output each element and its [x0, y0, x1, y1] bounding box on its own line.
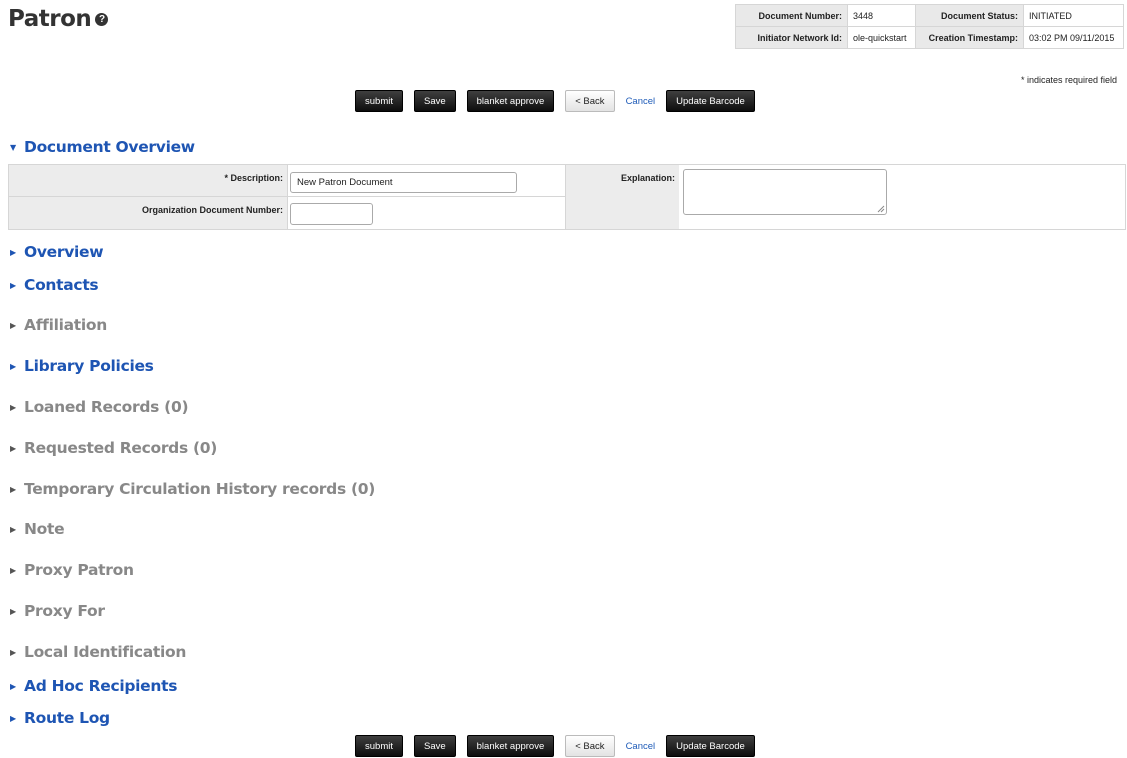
triangle-right-icon: ▶	[10, 681, 16, 691]
section-loaned-records-label: Loaned Records (0)	[24, 398, 189, 416]
triangle-down-icon: ▼	[10, 142, 16, 152]
description-label: * Description:	[9, 165, 287, 197]
section-local-identification[interactable]: ▶ Local Identification	[10, 643, 186, 661]
section-affiliation-label: Affiliation	[24, 316, 107, 334]
page-title-text: Patron	[8, 6, 92, 32]
document-info-table: Document Number: 3448 Document Status: I…	[735, 4, 1124, 49]
page-title: Patron?	[8, 6, 109, 32]
creation-timestamp-value: 03:02 PM 09/11/2015	[1023, 26, 1124, 49]
submit-button[interactable]: submit	[355, 735, 403, 757]
section-ad-hoc-recipients-label: Ad Hoc Recipients	[24, 677, 178, 695]
document-number-value: 3448	[847, 4, 916, 27]
triangle-right-icon: ▶	[10, 280, 16, 290]
section-contacts-label: Contacts	[24, 276, 99, 294]
triangle-right-icon: ▶	[10, 443, 16, 453]
triangle-right-icon: ▶	[10, 524, 16, 534]
back-button[interactable]: < Back	[565, 735, 615, 757]
explanation-textarea[interactable]	[683, 169, 887, 215]
section-note-label: Note	[24, 520, 65, 538]
triangle-right-icon: ▶	[10, 361, 16, 371]
creation-timestamp-label: Creation Timestamp:	[915, 26, 1024, 49]
triangle-right-icon: ▶	[10, 647, 16, 657]
section-local-identification-label: Local Identification	[24, 643, 187, 661]
triangle-right-icon: ▶	[10, 565, 16, 575]
triangle-right-icon: ▶	[10, 606, 16, 616]
document-overview-panel: * Description: Organization Document Num…	[8, 164, 1126, 230]
section-requested-records[interactable]: ▶ Requested Records (0)	[10, 439, 217, 457]
section-temporary-circulation-history[interactable]: ▶ Temporary Circulation History records …	[10, 480, 375, 498]
section-contacts[interactable]: ▶ Contacts	[10, 276, 99, 294]
section-loaned-records[interactable]: ▶ Loaned Records (0)	[10, 398, 189, 416]
blanket-approve-button[interactable]: blanket approve	[466, 735, 555, 757]
update-barcode-button[interactable]: Update Barcode	[666, 735, 755, 757]
org-doc-number-input[interactable]	[290, 203, 373, 225]
back-button[interactable]: < Back	[565, 90, 615, 112]
bottom-button-bar: submit Save blanket approve < Back Cance…	[355, 735, 766, 757]
triangle-right-icon: ▶	[10, 402, 16, 412]
triangle-right-icon: ▶	[10, 247, 16, 257]
section-document-overview[interactable]: ▼ Document Overview	[10, 138, 195, 156]
section-requested-records-label: Requested Records (0)	[24, 439, 218, 457]
initiator-network-id-label: Initiator Network Id:	[735, 26, 848, 49]
blanket-approve-button[interactable]: blanket approve	[466, 90, 555, 112]
update-barcode-button[interactable]: Update Barcode	[666, 90, 755, 112]
section-library-policies[interactable]: ▶ Library Policies	[10, 357, 154, 375]
org-doc-number-label: Organization Document Number:	[9, 197, 287, 229]
save-button[interactable]: Save	[413, 735, 456, 757]
section-route-log[interactable]: ▶ Route Log	[10, 709, 110, 727]
document-status-value: INITIATED	[1023, 4, 1124, 27]
top-button-bar: submit Save blanket approve < Back Cance…	[355, 90, 766, 112]
section-library-policies-label: Library Policies	[24, 357, 154, 375]
triangle-right-icon: ▶	[10, 713, 16, 723]
section-temporary-circulation-history-label: Temporary Circulation History records (0…	[24, 480, 376, 498]
section-proxy-for[interactable]: ▶ Proxy For	[10, 602, 105, 620]
description-input[interactable]: New Patron Document	[290, 172, 517, 193]
section-note[interactable]: ▶ Note	[10, 520, 65, 538]
section-proxy-patron-label: Proxy Patron	[24, 561, 134, 579]
required-field-note: * indicates required field	[1020, 75, 1117, 85]
document-number-label: Document Number:	[735, 4, 848, 27]
section-affiliation[interactable]: ▶ Affiliation	[10, 316, 107, 334]
document-status-label: Document Status:	[915, 4, 1024, 27]
section-document-overview-label: Document Overview	[24, 138, 195, 156]
save-button[interactable]: Save	[413, 90, 456, 112]
triangle-right-icon: ▶	[10, 320, 16, 330]
resize-handle-icon[interactable]	[877, 205, 885, 213]
section-overview-label: Overview	[24, 243, 104, 261]
initiator-network-id-value: ole-quickstart	[847, 26, 916, 49]
section-route-log-label: Route Log	[24, 709, 110, 727]
cancel-link[interactable]: Cancel	[626, 741, 656, 752]
section-proxy-patron[interactable]: ▶ Proxy Patron	[10, 561, 134, 579]
submit-button[interactable]: submit	[355, 90, 403, 112]
explanation-label: Explanation:	[565, 165, 679, 229]
triangle-right-icon: ▶	[10, 484, 16, 494]
help-icon[interactable]: ?	[95, 13, 109, 26]
cancel-link[interactable]: Cancel	[626, 96, 656, 107]
section-proxy-for-label: Proxy For	[24, 602, 105, 620]
section-overview[interactable]: ▶ Overview	[10, 243, 104, 261]
section-ad-hoc-recipients[interactable]: ▶ Ad Hoc Recipients	[10, 677, 177, 695]
